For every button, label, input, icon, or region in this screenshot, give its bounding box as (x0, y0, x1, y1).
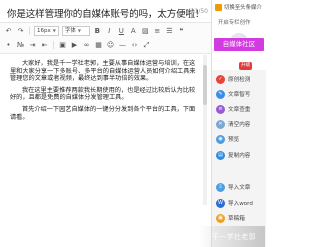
emoji-icon[interactable]: ☺ (106, 41, 115, 50)
sidebar-item-preview[interactable]: ◉ 预览 (212, 132, 266, 146)
chevron-down-icon: ▼ (52, 28, 56, 33)
sidebar-item-original-check[interactable]: ✓ 原创检测 (212, 72, 266, 86)
scrollbar-thumb[interactable] (203, 65, 207, 105)
font-color-icon[interactable]: A (129, 27, 138, 36)
image-icon[interactable]: ▣ (58, 41, 67, 50)
watermark-text: 千一学社老郭 (212, 233, 256, 241)
hr-icon[interactable]: — (118, 41, 127, 50)
video-icon[interactable]: ▶ (70, 41, 79, 50)
trash-icon: ✕ (216, 119, 225, 129)
chevron-down-icon: ▼ (77, 28, 81, 33)
quote-icon[interactable]: ❝ (177, 27, 186, 36)
link-icon[interactable]: ∞ (82, 41, 91, 50)
paragraph: 首先介绍一下园艺自媒体的一键分分发到各个平台的工具，下面请看。 (10, 105, 196, 121)
sidebar-item-label: 文章查重 (228, 107, 251, 113)
fullscreen-icon[interactable]: ⤢ (142, 41, 151, 50)
tools-sidebar: 切换至头条媒介 开启专栏创作 自媒体社区 升级 ✓ 原创检测 ✎ 文章智写 ≡ … (211, 0, 266, 247)
toolbar-row-1: ↶ ↷ 16px ▼ 字体 ▼ B I U A ▨ ≡ ☰ ❝ (4, 25, 186, 37)
outdent-icon[interactable]: ⇤ (40, 41, 49, 50)
eye-icon: ◉ (216, 134, 225, 144)
list-ol-icon[interactable]: № (16, 41, 25, 50)
align-center-icon[interactable]: ☰ (165, 27, 174, 36)
open-column-label: 开启专栏创作 (218, 20, 251, 26)
italic-icon[interactable]: I (105, 27, 114, 36)
sidebar-item-duplicate-check[interactable]: ≡ 文章查重 (212, 102, 266, 116)
underline-icon[interactable]: U (117, 27, 126, 36)
article-body[interactable]: 大家好，我是千一学社老郭，主要从事自媒体运营与培训，在这里和大家分享一下多账号、… (10, 60, 200, 125)
toolbar-divider (29, 27, 30, 35)
sidebar-item-label: 草稿箱 (228, 216, 245, 222)
clipboard-icon: ▤ (216, 150, 225, 160)
status-badge: 升级 (239, 62, 253, 70)
indent-icon[interactable]: ⇥ (28, 41, 37, 50)
toolbar-row-2: • № ⇥ ⇤ ▣ ▶ ∞ ▦ ☺ — ‹› ⤢ (4, 39, 151, 51)
sidebar-item-label: 复制内容 (228, 153, 251, 159)
check-icon: ✓ (216, 74, 225, 84)
copy-icon: ≡ (216, 104, 225, 114)
sidebar-item-import-article[interactable]: ⇩ 导入文章 (212, 180, 266, 194)
brand-banner[interactable]: 自媒体社区 (214, 38, 264, 51)
align-left-icon[interactable]: ≡ (153, 27, 162, 36)
bg-color-icon[interactable]: ▨ (141, 27, 150, 36)
bold-icon[interactable]: B (93, 27, 102, 36)
editor-panel: 你是这样管理你的自媒体账号的吗，太方便啦！ 21/50 ↶ ↷ 16px ▼ 字… (0, 0, 211, 247)
sidebar-item-label: 预览 (228, 137, 240, 143)
title-char-count: 21/50 (190, 8, 208, 15)
toolbar-divider (53, 41, 54, 49)
switch-media-label: 切换至头条媒介 (224, 5, 262, 11)
sidebar-item-clear-content[interactable]: ✕ 清空内容 (212, 117, 266, 131)
switch-media-link[interactable]: 切换至头条媒介 (212, 0, 266, 15)
sidebar-item-smart-write[interactable]: ✎ 文章智写 (212, 87, 266, 101)
table-icon[interactable]: ▦ (94, 41, 103, 50)
font-size-select[interactable]: 16px ▼ (34, 26, 59, 36)
title-row[interactable]: 你是这样管理你的自媒体账号的吗，太方便啦！ 21/50 (0, 0, 211, 23)
paragraph: 大家好，我是千一学社老郭，主要从事自媒体运营与培训，在这里和大家分享一下多账号、… (10, 60, 196, 83)
draft-icon: ▣ (216, 213, 225, 223)
redo-icon[interactable]: ↷ (16, 27, 25, 36)
paragraph: 我在这里主要推荐两款我长期使用的，也是经过比较后认为比较好的，且都是免费的自媒体… (10, 86, 196, 102)
sidebar-item-copy-content[interactable]: ▤ 复制内容 (212, 148, 266, 162)
sidebar-item-label: 原创检测 (228, 77, 251, 83)
editor-toolbar: ↶ ↷ 16px ▼ 字体 ▼ B I U A ▨ ≡ ☰ ❝ • № ⇥ ⇤ (0, 23, 211, 54)
undo-icon[interactable]: ↶ (4, 27, 13, 36)
list-ul-icon[interactable]: • (4, 41, 13, 50)
open-column-link[interactable]: 开启专栏创作 (212, 14, 266, 30)
word-icon: W (216, 198, 225, 208)
sidebar-item-label: 文章智写 (228, 92, 251, 98)
font-family-value: 字体 (64, 28, 76, 34)
font-size-value: 16px (37, 28, 51, 34)
pen-icon: ✎ (216, 89, 225, 99)
article-title-input[interactable]: 你是这样管理你的自媒体账号的吗，太方便啦！ (7, 6, 204, 20)
editor-scrollbar[interactable] (203, 55, 207, 205)
code-icon[interactable]: ‹› (130, 41, 139, 50)
sidebar-item-label: 清空内容 (228, 122, 251, 128)
toutiao-icon (215, 3, 222, 11)
sidebar-item-drafts[interactable]: ▣ 草稿箱 (212, 211, 266, 225)
font-family-select[interactable]: 字体 ▼ (61, 26, 90, 36)
import-icon: ⇩ (216, 182, 225, 192)
sidebar-item-label: 导入word (228, 201, 253, 207)
sidebar-item-label: 导入文章 (228, 185, 251, 191)
sidebar-item-import-word[interactable]: W 导入word (212, 196, 266, 210)
